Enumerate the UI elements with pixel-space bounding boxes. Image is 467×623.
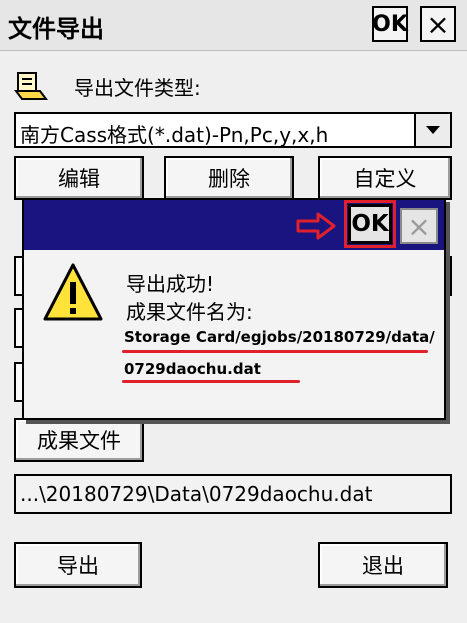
highlight-underline-1	[122, 350, 428, 353]
custom-button[interactable]: 自定义	[318, 156, 452, 200]
delete-button[interactable]: 删除	[164, 156, 294, 200]
arrow-right-icon	[296, 212, 336, 240]
dialog-title-bar: OK ×	[24, 200, 444, 250]
dropdown-arrow-button[interactable]	[414, 114, 450, 146]
title-bar: 文件导出 OK ×	[0, 0, 467, 51]
file-path-line-1: Storage Card/egjobs/20180729/data/	[124, 328, 435, 346]
success-message: 导出成功!	[126, 272, 215, 296]
result-path-field[interactable]: ...\20180729\Data\0729daochu.dat	[14, 474, 452, 514]
chevron-down-icon	[426, 126, 440, 134]
dialog-ok-button[interactable]: OK	[344, 200, 396, 248]
export-button[interactable]: 导出	[14, 542, 142, 588]
result-file-button[interactable]: 成果文件	[14, 418, 144, 462]
filename-caption: 成果文件名为:	[126, 300, 253, 324]
export-success-dialog: OK × 导出成功! 成果文件名为: Storage Card/egjobs/2…	[22, 198, 446, 420]
warning-icon	[43, 263, 103, 321]
export-type-label: 导出文件类型:	[74, 75, 201, 100]
dialog-close-button[interactable]: ×	[400, 208, 438, 244]
document-icon	[14, 72, 48, 100]
exit-button[interactable]: 退出	[318, 542, 448, 588]
export-format-select[interactable]: 南方Cass格式(*.dat)-Pn,Pc,y,x,h	[14, 112, 452, 148]
highlight-underline-2	[122, 380, 300, 383]
edit-button[interactable]: 编辑	[14, 156, 144, 200]
title-close-button[interactable]: ×	[420, 6, 456, 42]
export-type-row: 导出文件类型:	[14, 68, 201, 104]
window-title: 文件导出	[8, 15, 104, 43]
export-format-value: 南方Cass格式(*.dat)-Pn,Pc,y,x,h	[20, 123, 329, 147]
title-ok-button[interactable]: OK	[372, 6, 408, 42]
file-path-line-2: 0729daochu.dat	[124, 360, 261, 378]
